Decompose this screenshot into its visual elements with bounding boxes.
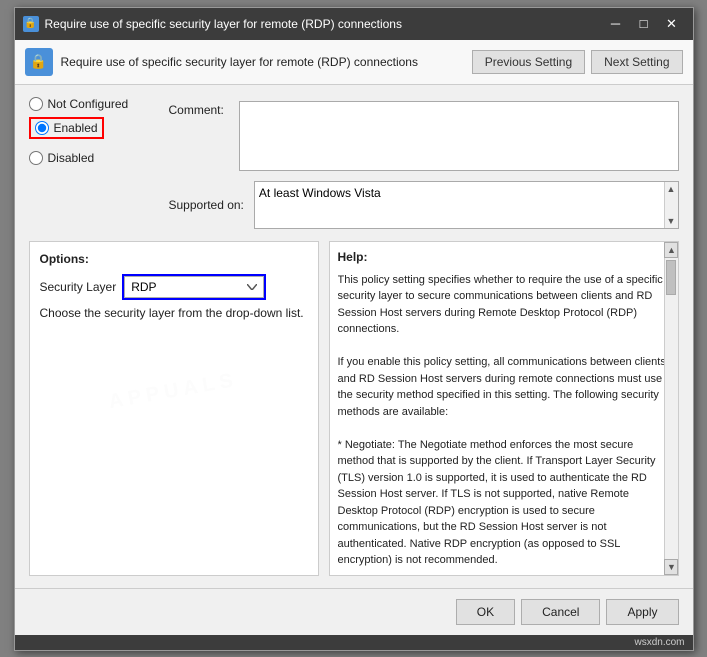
footer: OK Cancel Apply — [15, 588, 693, 635]
supported-label: Supported on: — [169, 198, 244, 212]
credit-bar: wsxdn.com — [15, 635, 693, 650]
prev-setting-button[interactable]: Previous Setting — [472, 50, 585, 74]
close-button[interactable]: ✕ — [659, 14, 685, 34]
choose-text: Choose the security layer from the drop-… — [40, 306, 308, 320]
minimize-button[interactable]: ─ — [603, 14, 629, 34]
enabled-radio[interactable] — [35, 121, 49, 135]
title-bar-left: 🔒 Require use of specific security layer… — [23, 16, 402, 32]
header-bar: 🔒 Require use of specific security layer… — [15, 40, 693, 85]
apply-button[interactable]: Apply — [606, 599, 678, 625]
help-title: Help: — [338, 250, 670, 264]
next-setting-button[interactable]: Next Setting — [591, 50, 682, 74]
supported-value: At least Windows Vista — [259, 186, 381, 200]
two-column-section: Options: Security Layer Negotiate RDP SS… — [29, 241, 679, 576]
header-icon: 🔒 — [25, 48, 53, 76]
enabled-item: Enabled — [29, 117, 104, 139]
supported-scroll-up[interactable]: ▲ — [665, 182, 678, 196]
options-title: Options: — [40, 252, 308, 266]
help-scroll-down[interactable]: ▼ — [664, 559, 678, 575]
help-scroll-up[interactable]: ▲ — [664, 242, 678, 258]
credit-text: wsxdn.com — [634, 637, 684, 648]
watermark: APPUALS — [40, 350, 308, 403]
help-scrollbar: ▲ ▼ — [664, 242, 678, 575]
title-bar-text: Require use of specific security layer f… — [45, 17, 402, 31]
not-configured-label: Not Configured — [48, 97, 129, 111]
maximize-button[interactable]: □ — [631, 14, 657, 34]
security-layer-select[interactable]: Negotiate RDP SSL (TLS 1.0) — [124, 276, 264, 298]
title-bar-controls: ─ □ ✕ — [603, 14, 685, 34]
content-area: Not Configured Enabled Disabled Comment:… — [15, 85, 693, 588]
options-panel: Options: Security Layer Negotiate RDP SS… — [29, 241, 319, 576]
supported-scroll-down[interactable]: ▼ — [665, 214, 678, 228]
ok-button[interactable]: OK — [456, 599, 515, 625]
comment-section: Comment: — [169, 101, 679, 171]
header-title: Require use of specific security layer f… — [61, 55, 418, 69]
title-bar: 🔒 Require use of specific security layer… — [15, 8, 693, 40]
disabled-radio[interactable] — [29, 151, 43, 165]
header-left: 🔒 Require use of specific security layer… — [25, 48, 418, 76]
security-layer-label: Security Layer — [40, 280, 117, 294]
help-panel: Help: This policy setting specifies whet… — [329, 241, 679, 576]
cancel-button[interactable]: Cancel — [521, 599, 600, 625]
supported-section: Supported on: At least Windows Vista ▲ ▼ — [169, 181, 679, 229]
window-icon: 🔒 — [23, 16, 39, 32]
main-window: 🔒 Require use of specific security layer… — [14, 7, 694, 651]
header-buttons: Previous Setting Next Setting — [472, 50, 683, 74]
comment-label: Comment: — [169, 101, 229, 171]
comment-textarea[interactable] — [239, 101, 679, 171]
not-configured-radio[interactable] — [29, 97, 43, 111]
help-text: This policy setting specifies whether to… — [338, 272, 670, 567]
help-scroll-thumb[interactable] — [666, 260, 676, 295]
disabled-label: Disabled — [48, 151, 95, 165]
enabled-label: Enabled — [54, 121, 98, 135]
security-layer-row: Security Layer Negotiate RDP SSL (TLS 1.… — [40, 276, 308, 298]
